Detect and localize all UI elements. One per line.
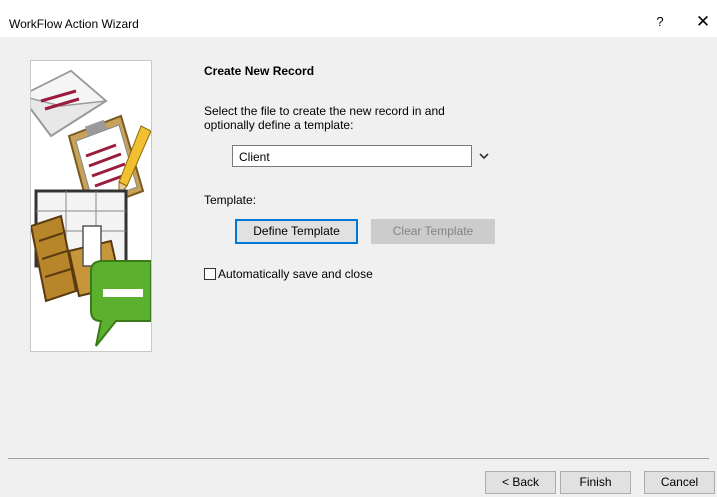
file-select[interactable]: Client bbox=[232, 145, 472, 167]
title-bar: WorkFlow Action Wizard ? ✕ bbox=[0, 7, 717, 37]
instruction-text: Select the file to create the new record… bbox=[204, 104, 445, 132]
back-button[interactable]: < Back bbox=[485, 471, 556, 494]
window-title: WorkFlow Action Wizard bbox=[9, 17, 139, 31]
auto-save-checkbox[interactable] bbox=[204, 268, 216, 280]
chevron-down-icon[interactable] bbox=[478, 149, 490, 163]
wizard-illustration bbox=[30, 60, 152, 352]
help-icon[interactable]: ? bbox=[650, 14, 670, 29]
window-top-edge bbox=[0, 0, 717, 7]
finish-button[interactable]: Finish bbox=[560, 471, 631, 494]
template-label: Template: bbox=[204, 193, 257, 207]
auto-save-label[interactable]: Automatically save and close bbox=[218, 267, 373, 281]
define-template-button[interactable]: Define Template bbox=[235, 219, 358, 244]
close-icon[interactable]: ✕ bbox=[692, 12, 714, 32]
file-select-value: Client bbox=[239, 150, 270, 164]
page-title: Create New Record bbox=[204, 64, 315, 78]
footer-separator bbox=[8, 458, 709, 459]
clear-template-button[interactable]: Clear Template bbox=[371, 219, 495, 244]
cancel-button[interactable]: Cancel bbox=[644, 471, 715, 494]
